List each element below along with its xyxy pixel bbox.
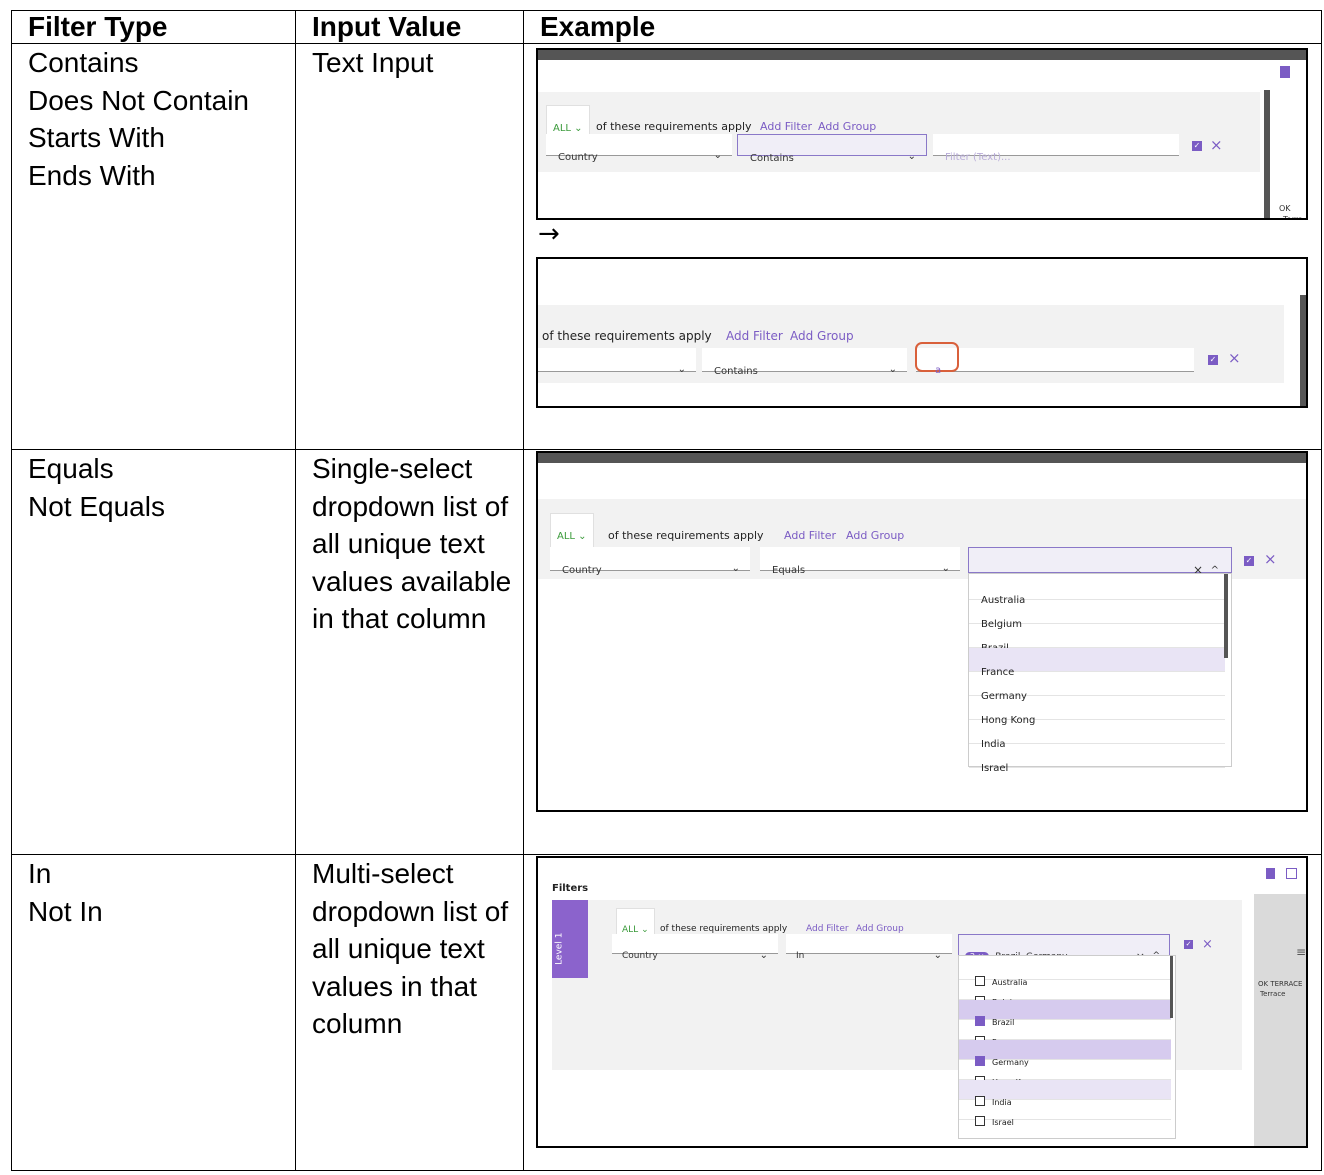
dropdown-option[interactable]: Hong Kong [959,1060,1171,1087]
operator-select[interactable]: Contains ⌄ [737,134,927,164]
chevron-down-icon: ⌄ [578,531,587,542]
operator-select[interactable]: In ⌄ [786,934,952,961]
filter-type: Not Equals [28,490,165,522]
right-panel [1254,894,1306,1146]
example-cell: ALL ⌄ of these requirements apply Add Fi… [523,43,1322,450]
table-row: Equals Not Equals Single-select dropdown… [11,449,1322,855]
input-value-cell: Single-select dropdown list of all uniqu… [295,449,524,855]
copy-icon[interactable] [1280,66,1290,78]
table-row: In Not In Multi-select dropdown list of … [11,854,1322,1171]
remove-filter-icon[interactable]: × [1264,552,1277,567]
apply-check-icon[interactable]: ✓ [1208,355,1218,365]
table-row: Contains Does Not Contain Starts With En… [11,43,1322,450]
filter-type: Not In [28,895,103,927]
dropdown-option[interactable]: Belgium [959,980,1171,1007]
dropdown-option[interactable]: France [959,1020,1171,1047]
filter-type-cell: Contains Does Not Contain Starts With En… [11,43,296,450]
input-value: Single-select dropdown list of all uniqu… [312,453,512,634]
chevron-down-icon: ⌄ [759,950,768,961]
table-header-row: Filter Type Input Value Example [11,10,1322,44]
filter-type-cell: Equals Not Equals [11,449,296,855]
filter-type: Starts With [28,122,165,153]
input-value: Multi-select dropdown list of all unique… [312,858,509,1039]
example-screenshot-text-typed: of these requirements apply Add Filter A… [536,257,1308,408]
input-value-cell: Multi-select dropdown list of all unique… [295,854,524,1171]
operator-select[interactable]: Equals ⌄ [760,547,960,576]
column-select[interactable]: Country ⌄ [550,547,750,576]
row-text: Terrace [1260,990,1286,998]
dropdown-option[interactable]: Germany [969,672,1225,702]
top-bar [538,453,1306,463]
apply-check-icon[interactable]: ✓ [1244,556,1254,566]
dropdown-option[interactable]: Hong Kong [969,696,1225,726]
filter-type: Ends With [28,159,156,191]
value-select[interactable]: × ^ [968,547,1232,577]
column-select[interactable]: Country ⌄ [612,934,778,961]
apply-check-icon[interactable]: ✓ [1192,141,1202,151]
copy-icon[interactable] [1266,868,1275,879]
input-value: Text Input [312,47,434,78]
filter-value-highlight[interactable]: a [915,342,959,376]
dropdown-scrollbar[interactable] [1224,574,1228,658]
remove-filter-icon[interactable]: × [1210,138,1223,153]
filter-text-input[interactable]: Filter (Text)... [933,134,1179,163]
chevron-down-icon: ⌄ [677,364,686,375]
example-cell: Filters Level 1 ≡ OK TERRACE Terrace ALL… [523,854,1322,1171]
apply-check-icon[interactable]: ✓ [1184,940,1193,949]
arrow-icon: → [538,219,560,249]
chevron-down-icon: ⌄ [731,563,740,574]
input-value-cell: Text Input [295,43,524,450]
example-cell: ALL ⌄ of these requirements apply Add Fi… [523,449,1322,855]
dropdown-option[interactable]: Australia [969,576,1225,606]
filter-type: Contains [28,47,139,78]
scrollbar[interactable] [1264,90,1270,218]
header-example: Example [523,10,1322,44]
checkbox-icon[interactable] [975,1116,985,1126]
dropdown-option[interactable]: India [959,1080,1171,1107]
dropdown-option[interactable]: Israel [959,1100,1171,1127]
dropdown-option[interactable]: France [969,648,1225,678]
dropdown-option[interactable]: Belgium [969,600,1225,630]
level-label: Level 1 [552,900,588,978]
chevron-down-icon: ⌄ [907,151,916,162]
dropdown-option[interactable]: Brazil [969,624,1225,654]
header-input-value: Input Value [295,10,524,44]
row-text: Terra [1283,215,1303,220]
filter-types-table: Filter Type Input Value Example Contains… [11,10,1322,1171]
value-dropdown-list: AustraliaBelgiumBrazilFranceGermanyHong … [958,955,1176,1139]
chevron-down-icon: ⌄ [933,950,942,961]
operator-select[interactable]: Contains ⌄ [702,348,907,377]
dropdown-scrollbar[interactable] [1170,956,1173,1018]
chevron-down-icon: ⌄ [574,123,583,134]
remove-filter-icon[interactable]: × [1228,351,1241,366]
example-screenshot-text-empty: ALL ⌄ of these requirements apply Add Fi… [536,48,1308,220]
filter-type: In [28,858,52,889]
export-icon[interactable] [1286,868,1297,879]
chevron-down-icon: ⌄ [888,364,897,375]
column-select[interactable]: ⌄ [538,348,696,375]
chevron-down-icon: ⌄ [713,150,722,161]
dropdown-option[interactable]: Germany [959,1040,1171,1067]
example-screenshot-multi-select: Filters Level 1 ≡ OK TERRACE Terrace ALL… [536,856,1308,1148]
value-dropdown-list: AustraliaBelgiumBrazilFranceGermanyHong … [968,573,1232,774]
column-select[interactable]: Country ⌄ [546,134,732,163]
dropdown-option[interactable]: Israel [969,744,1225,774]
header-filter-type: Filter Type [11,10,296,44]
chevron-down-icon: ⌄ [941,563,950,574]
filter-type: Equals [28,453,114,484]
filter-type-cell: In Not In [11,854,296,1171]
filter-type: Does Not Contain [28,84,250,116]
dropdown-option[interactable]: Brazil [959,1000,1171,1027]
value-multiselect[interactable]: 2 × Brazil, Germany × ^ [958,934,1170,963]
dropdown-option[interactable]: Australia [959,960,1171,987]
top-bar [538,50,1306,60]
example-screenshot-single-select: ALL ⌄ of these requirements apply Add Fi… [536,451,1308,812]
remove-filter-icon[interactable]: × [1202,937,1213,952]
option-label: Israel [992,1118,1014,1127]
scrollbar[interactable] [1300,295,1306,406]
dropdown-option[interactable]: India [969,720,1225,750]
